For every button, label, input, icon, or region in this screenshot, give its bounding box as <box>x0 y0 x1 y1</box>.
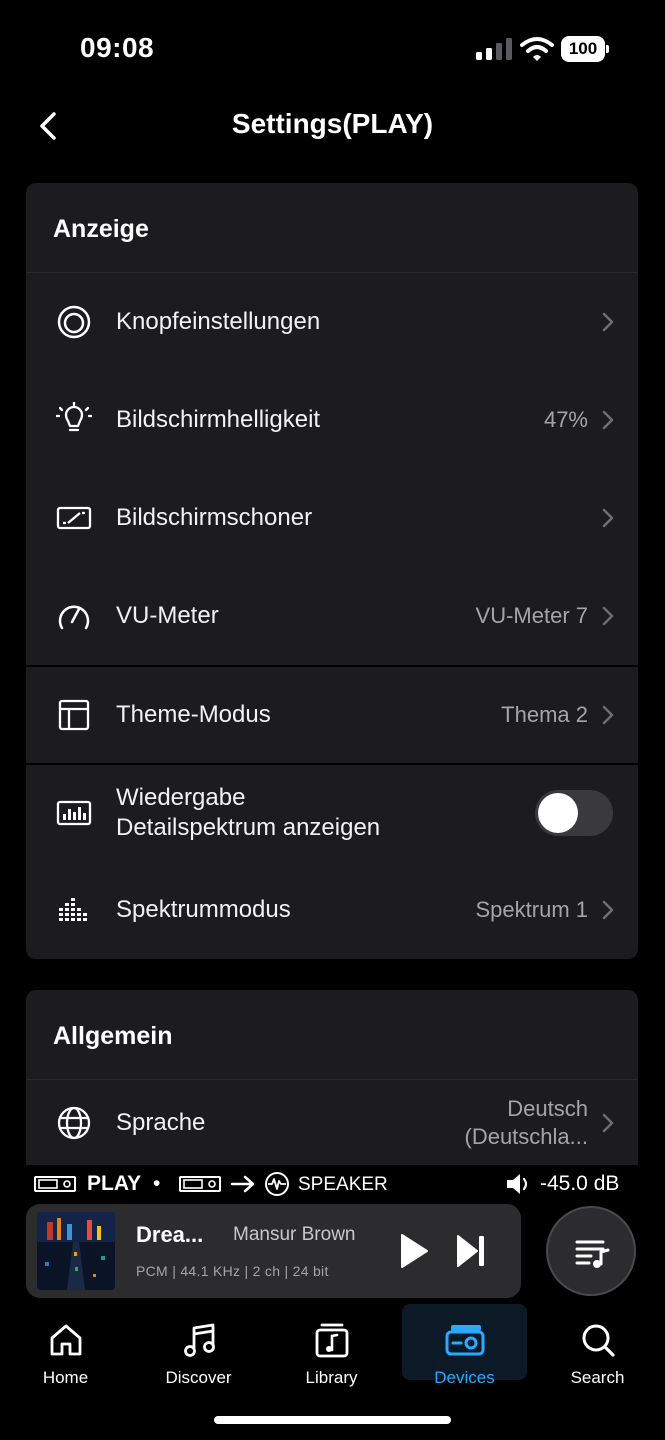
setting-value: Spektrum 1 <box>475 897 589 922</box>
track-format: PCM | 44.1 KHz | 2 ch | 24 bit <box>136 1263 329 1279</box>
setting-value: Thema 2 <box>501 702 588 727</box>
wifi-icon <box>520 37 554 61</box>
chevron-right-icon <box>602 312 614 332</box>
music-note-icon <box>183 1323 215 1357</box>
route-target: SPEAKER <box>298 1174 388 1195</box>
route-bullet: • <box>153 1172 161 1195</box>
setting-row-language[interactable]: Sprache Deutsch (Deutschla... <box>26 1080 638 1165</box>
mini-player[interactable]: Drea... Mansur Brown PCM | 44.1 KHz | 2 … <box>26 1204 521 1298</box>
route-source: PLAY <box>87 1172 142 1195</box>
setting-label: Knopfeinstellungen <box>116 308 321 335</box>
layout-icon <box>58 699 90 731</box>
tab-label: Home <box>42 1368 89 1387</box>
status-bar: 09:08 100 <box>0 0 665 100</box>
setting-row-spectrum-mode[interactable]: Spektrummodus Spektrum 1 <box>26 861 638 959</box>
arrow-right-icon <box>230 1175 255 1193</box>
setting-value: 47% <box>543 407 588 432</box>
tab-label: Devices <box>434 1368 495 1387</box>
setting-label: Wiedergabe Detailspektrum anzeigen <box>116 783 380 843</box>
screensaver-icon <box>56 506 92 530</box>
theme-settings-card: Theme-Modus Thema 2 <box>26 667 638 763</box>
toggle-knob <box>538 793 578 833</box>
tab-label: Library <box>305 1368 358 1387</box>
battery-icon: 100 <box>561 36 609 62</box>
home-indicator[interactable] <box>214 1416 451 1424</box>
tab-bar: Home Discover Library Devices Search <box>0 1304 665 1387</box>
tab-library[interactable]: Library <box>269 1304 394 1387</box>
chevron-right-icon <box>602 900 614 920</box>
volume-level: -45.0 dB <box>540 1172 620 1195</box>
tab-discover[interactable]: Discover <box>136 1304 261 1387</box>
chevron-right-icon <box>602 1113 614 1132</box>
chevron-right-icon <box>602 410 614 430</box>
track-artist: Mansur Brown <box>233 1224 356 1245</box>
setting-row-theme[interactable]: Theme-Modus Thema 2 <box>26 667 638 763</box>
devices-icon <box>445 1325 484 1356</box>
setting-label: Sprache <box>116 1108 206 1136</box>
output-route-bar[interactable]: PLAY • SPEAKER -45.0 dB <box>0 1166 665 1202</box>
setting-row-spectrum-detail: Wiedergabe Detailspektrum anzeigen <box>26 765 638 861</box>
search-icon <box>582 1324 615 1357</box>
lightbulb-icon <box>56 402 92 432</box>
setting-value-line2: (Deutschla... <box>464 1123 589 1149</box>
page-title: Settings(PLAY) <box>231 108 434 139</box>
tab-search[interactable]: Search <box>535 1304 660 1387</box>
tab-home[interactable]: Home <box>3 1304 128 1387</box>
home-icon <box>50 1324 81 1356</box>
spectrum-display-icon <box>56 800 92 826</box>
setting-value-line1: Deutsch <box>507 1095 588 1121</box>
setting-label-line1: Wiedergabe <box>116 784 246 811</box>
setting-value: Deutsch (Deutschla... <box>465 1095 589 1151</box>
setting-row-vu-meter[interactable]: VU-Meter VU-Meter 7 <box>26 567 638 665</box>
library-icon <box>315 1323 348 1358</box>
setting-label: Theme-Modus <box>116 701 271 728</box>
setting-row-screensaver[interactable]: Bildschirmschoner <box>26 469 638 567</box>
volume-icon <box>507 1174 528 1194</box>
chevron-right-icon <box>602 508 614 528</box>
globe-icon <box>57 1106 91 1139</box>
setting-label: Bildschirmschoner <box>116 504 313 531</box>
chevron-right-icon <box>602 705 614 725</box>
section-title-general: Allgemein <box>26 990 638 1080</box>
gauge-icon <box>58 605 90 630</box>
queue-button[interactable] <box>546 1206 636 1296</box>
setting-value: VU-Meter 7 <box>475 603 588 628</box>
status-time: 09:08 <box>80 32 155 63</box>
section-title-display: Anzeige <box>26 183 638 273</box>
track-title: Drea... <box>136 1222 204 1247</box>
general-settings-card: Allgemein Sprache Deutsch (Deutschla... <box>26 990 638 1165</box>
tab-label: Discover <box>165 1368 232 1387</box>
chevron-right-icon <box>602 606 614 626</box>
setting-row-knob[interactable]: Knopfeinstellungen <box>26 273 638 371</box>
player-device-icon <box>179 1176 221 1192</box>
album-art <box>37 1212 115 1290</box>
tab-devices[interactable]: Devices <box>402 1304 527 1387</box>
knob-icon <box>57 305 91 339</box>
speaker-output-icon <box>265 1172 289 1196</box>
cellular-signal-icon <box>476 38 512 60</box>
setting-label: Spektrummodus <box>116 896 291 923</box>
spectrum-settings-card: Wiedergabe Detailspektrum anzeigen Spekt… <box>26 765 638 959</box>
setting-label-line2: Detailspektrum anzeigen <box>116 814 381 841</box>
setting-row-brightness[interactable]: Bildschirmhelligkeit 47% <box>26 371 638 469</box>
play-button[interactable] <box>398 1232 430 1270</box>
spectrum-detail-toggle[interactable] <box>535 790 613 836</box>
display-settings-card: Anzeige Knopfeinstellungen Bildschirmhel… <box>26 183 638 665</box>
playlist-icon <box>575 1240 610 1268</box>
nav-header: Settings(PLAY) <box>0 100 665 152</box>
tab-label: Search <box>570 1368 625 1387</box>
setting-label: Bildschirmhelligkeit <box>116 406 321 433</box>
player-device-icon <box>34 1176 76 1192</box>
equalizer-icon <box>59 898 87 921</box>
setting-label: VU-Meter <box>116 602 219 629</box>
battery-level: 100 <box>561 36 605 62</box>
next-track-button[interactable] <box>456 1232 486 1270</box>
